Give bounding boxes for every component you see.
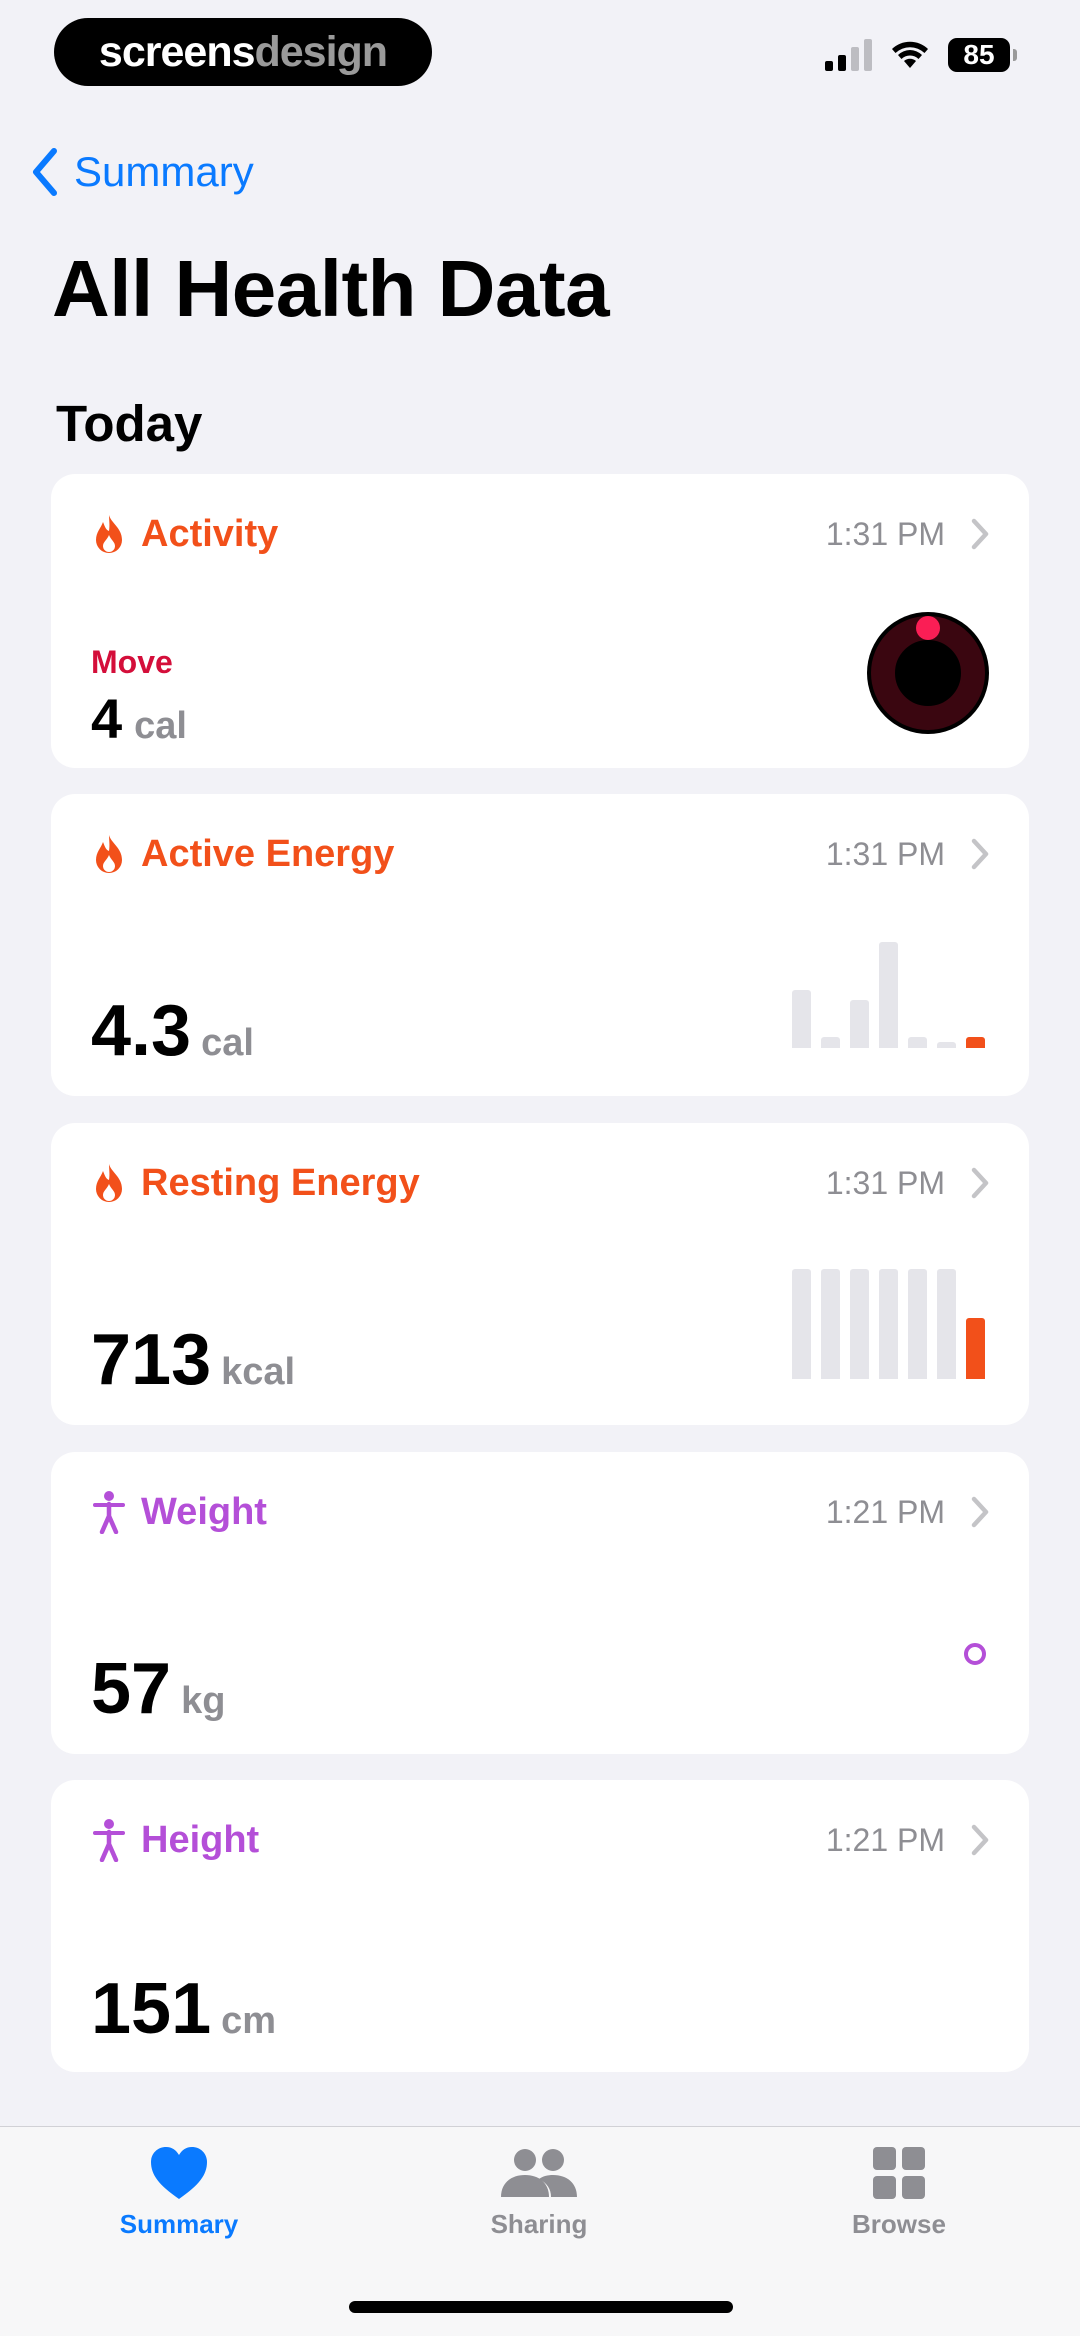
- move-label: Move: [91, 644, 173, 680]
- move-value: 4 cal: [91, 686, 187, 751]
- weight-card[interactable]: Weight 1:21 PM 57 kg: [51, 1452, 1029, 1754]
- flame-icon: [91, 1161, 127, 1205]
- active-energy-sparkline: [792, 942, 985, 1048]
- value-display: 4.3 cal: [91, 990, 254, 1072]
- resting-energy-card[interactable]: Resting Energy 1:31 PM 713 kcal: [51, 1123, 1029, 1425]
- card-timestamp: 1:21 PM: [825, 1493, 945, 1530]
- value-number: 151: [91, 1969, 212, 2049]
- value-unit: cm: [221, 2000, 277, 2042]
- sparkline-bar: [821, 1269, 840, 1379]
- activity-card[interactable]: Activity 1:31 PM Move 4 cal: [51, 474, 1029, 768]
- grid-icon: [873, 2147, 925, 2199]
- sparkline-bar: [850, 1000, 869, 1048]
- activity-ring: [867, 612, 989, 734]
- section-title-today: Today: [56, 395, 203, 452]
- chevron-right-icon: [971, 518, 989, 550]
- value-number: 713: [91, 1320, 212, 1400]
- battery-icon: 85: [948, 38, 1017, 72]
- height-card[interactable]: Height 1:21 PM 151 cm: [51, 1780, 1029, 2072]
- wifi-icon: [892, 41, 928, 68]
- chevron-right-icon: [971, 1167, 989, 1199]
- body-figure-icon: [91, 1490, 127, 1534]
- cellular-signal-icon: [825, 39, 872, 71]
- people-icon: [501, 2149, 577, 2197]
- home-indicator: [349, 2301, 733, 2313]
- value-unit: cal: [201, 1022, 254, 1064]
- chevron-right-icon: [971, 1496, 989, 1528]
- tab-browse[interactable]: Browse: [799, 2145, 999, 2240]
- value-unit: kg: [181, 1680, 226, 1722]
- value-unit: kcal: [221, 1351, 296, 1393]
- value-display: 713 kcal: [91, 1319, 295, 1401]
- resting-energy-sparkline: [792, 1269, 985, 1379]
- card-title: Resting Energy: [141, 1161, 420, 1204]
- flame-icon: [91, 512, 127, 556]
- sparkline-bar: [879, 942, 898, 1048]
- card-timestamp: 1:21 PM: [825, 1821, 945, 1858]
- flame-icon: [91, 832, 127, 876]
- card-title: Active Energy: [141, 832, 395, 875]
- value-number: 4.3: [91, 991, 192, 1071]
- chevron-left-icon: [33, 148, 57, 196]
- move-value-number: 4: [91, 687, 123, 750]
- tab-summary-label: Summary: [119, 2209, 239, 2239]
- chevron-right-icon: [971, 838, 989, 870]
- card-header: Resting Energy 1:31 PM: [91, 1123, 989, 1243]
- battery-level: 85: [963, 39, 995, 70]
- body-figure-icon: [91, 1818, 127, 1862]
- sparkline-bar: [908, 1269, 927, 1379]
- card-timestamp: 1:31 PM: [825, 835, 945, 872]
- card-header: Weight 1:21 PM: [91, 1452, 989, 1572]
- card-header: Active Energy 1:31 PM: [91, 794, 989, 914]
- sparkline-bar: [937, 1269, 956, 1379]
- tab-browse-label: Browse: [852, 2209, 946, 2239]
- sparkline-bar: [966, 1318, 985, 1379]
- sparkline-bar: [792, 1269, 811, 1379]
- back-button[interactable]: Summary: [30, 142, 254, 202]
- tab-summary[interactable]: Summary: [79, 2145, 279, 2240]
- status-icons: 85: [825, 38, 1017, 72]
- card-title: Height: [141, 1818, 260, 1861]
- card-header: Activity 1:31 PM: [91, 474, 989, 594]
- card-timestamp: 1:31 PM: [825, 1164, 945, 1201]
- page-title: All Health Data: [52, 244, 610, 333]
- sparkline-bar: [937, 1042, 956, 1048]
- brand-logo-part1: screens: [98, 27, 256, 76]
- status-bar: screens design 85: [0, 0, 1080, 110]
- brand-logo-part2: design: [254, 27, 389, 76]
- heart-icon: [151, 2147, 207, 2199]
- tab-sharing[interactable]: Sharing: [439, 2145, 639, 2240]
- sparkline-bar: [792, 990, 811, 1048]
- back-button-label: Summary: [74, 148, 254, 195]
- card-title: Weight: [141, 1490, 267, 1533]
- sparkline-bar: [821, 1037, 840, 1048]
- value-display: 151 cm: [91, 1968, 276, 2050]
- card-timestamp: 1:31 PM: [825, 515, 945, 552]
- chevron-right-icon: [971, 1824, 989, 1856]
- sparkline-bar: [908, 1037, 927, 1048]
- sparkline-bar: [879, 1269, 898, 1379]
- weight-data-point: [964, 1643, 986, 1665]
- card-title: Activity: [141, 512, 279, 555]
- card-header: Height 1:21 PM: [91, 1780, 989, 1900]
- active-energy-card[interactable]: Active Energy 1:31 PM 4.3 cal: [51, 794, 1029, 1096]
- tab-sharing-label: Sharing: [490, 2209, 588, 2239]
- value-display: 57 kg: [91, 1648, 225, 1730]
- brand-logo: screens design: [54, 18, 432, 86]
- sparkline-bar: [966, 1037, 985, 1048]
- value-number: 57: [91, 1649, 172, 1729]
- move-value-unit: cal: [134, 705, 187, 747]
- sparkline-bar: [850, 1269, 869, 1379]
